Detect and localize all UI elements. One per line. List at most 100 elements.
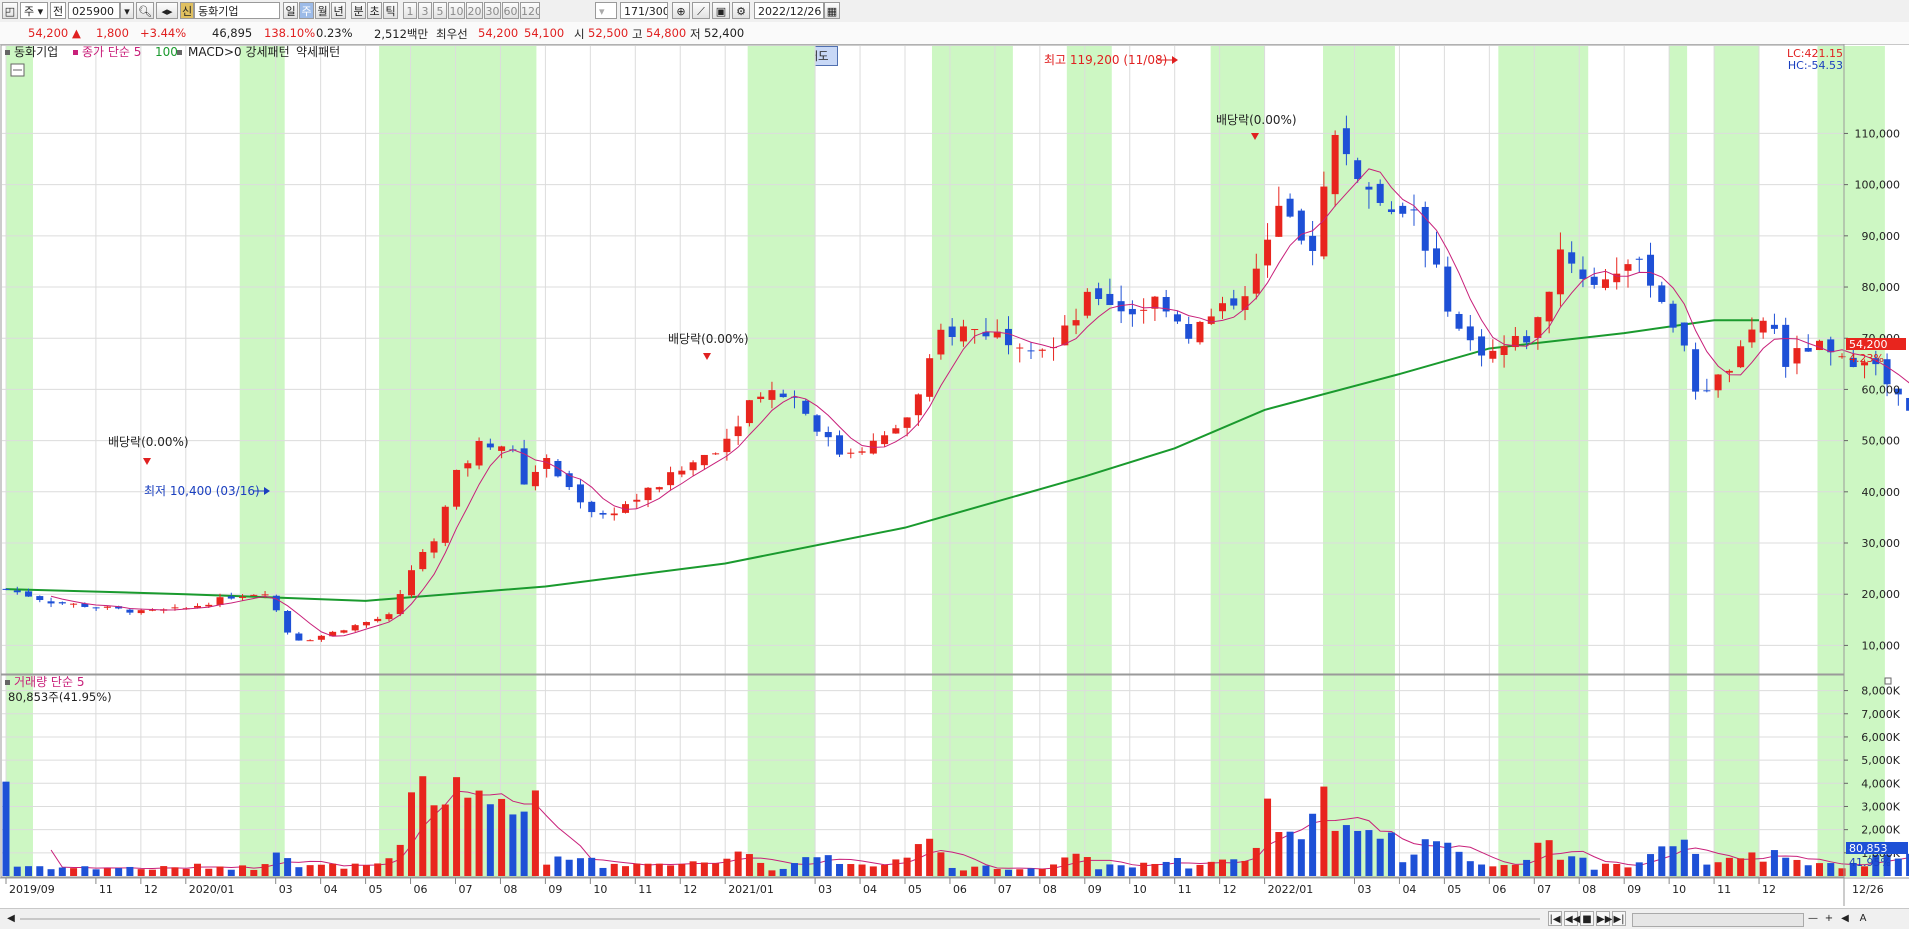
dropdown-arrow-icon[interactable]: ▾ [120,2,134,19]
scroll-left-icon[interactable]: ◀ [4,911,18,926]
candle-body [1151,297,1158,309]
pattern-band [1669,46,1687,877]
candle-body [1748,330,1755,343]
prev-bar-icon[interactable]: ◀◀ [1564,911,1578,926]
period-button-7[interactable]: 틱 [383,2,398,19]
volume-bar [599,868,606,876]
volume-bar [971,867,978,876]
candle-body [1523,336,1530,342]
last-bar-icon[interactable]: ▶| [1612,911,1626,926]
interval-button-120[interactable]: 120 [520,2,540,19]
candle-body [960,326,967,341]
chart-menu-icon[interactable]: ◰ [2,2,18,19]
candle-body [1884,359,1891,384]
volume-readout: 80,853주(41.95%) [8,690,112,704]
interval-button-1[interactable]: 1 [403,2,417,19]
volume-bar [1106,864,1113,876]
period-button-2[interactable]: 주 [299,2,314,19]
volume-bar [1647,854,1654,876]
candle-body [59,602,66,603]
candle-body [1703,390,1710,391]
x-axis-label: 07 [458,883,472,896]
interval-button-20[interactable]: 20 [466,2,483,19]
candle-body [408,570,415,595]
scroll-end-icon[interactable]: ◀ [1838,911,1852,926]
x-axis-label: 11 [1178,883,1192,896]
speaker-icon[interactable]: ◂▸ [156,2,178,19]
interval-button-3[interactable]: 3 [418,2,432,19]
trade-amount: 2,512백만 [374,26,428,42]
volume-bar [588,858,595,876]
volume-bar [1523,860,1530,876]
candle-body [1546,292,1553,322]
volume-bar [723,859,730,876]
candle-body [1309,236,1316,251]
volume-bar [3,782,10,876]
volume-bar [656,864,663,876]
stock-chart[interactable]: 동화기업 종가 단순 5 100 MACD>0 강세패턴 약세패턴 최고 119… [0,44,1909,908]
candle-body [498,446,505,451]
font-size-icon[interactable]: A [1856,911,1870,926]
interval-button-30[interactable]: 30 [484,2,501,19]
period-button-3[interactable]: 월 [315,2,330,19]
zoom-track[interactable] [1632,913,1804,927]
stock-code-input[interactable]: 025900 [68,2,120,19]
period-button-1[interactable]: 일 [283,2,298,19]
period-button-6[interactable]: 초 [367,2,382,19]
interval-button-10[interactable]: 10 [448,2,465,19]
change-arrow-icon: ▲ [72,26,81,40]
volume-bar [93,869,100,876]
period-type-select[interactable]: 주 ▾ [20,2,48,19]
next-bar-icon[interactable]: ▶▶ [1596,911,1610,926]
volume-bar [982,866,989,876]
candle-body [1715,374,1722,390]
candle-body [1365,187,1372,190]
interval-button-60[interactable]: 60 [502,2,519,19]
calendar-icon[interactable]: ▦ [824,2,840,19]
candle-body [757,397,764,399]
volume-bar [791,863,798,876]
candle-body [1579,269,1586,278]
volume-bar [645,864,652,876]
x-axis-label: 03 [1357,883,1371,896]
date-input[interactable]: 2022/12/26 [754,2,824,19]
period-button-5[interactable]: 분 [351,2,366,19]
x-axis-label: 10 [593,883,607,896]
search-icon[interactable]: 🔍︎ [136,2,154,19]
chart-scrollbar[interactable]: ◀ |◀ ◀◀ ■ ▶▶ ▶| — + ◀ A [0,908,1909,929]
gear-icon[interactable]: ⚙ [732,2,750,19]
trend-line-icon[interactable]: ⟋ [692,2,710,19]
candle-body [813,415,820,431]
candle-body [352,625,359,630]
volume-bar [1073,854,1080,876]
volume-bar [746,854,753,876]
interval-button-5[interactable]: 5 [433,2,447,19]
candle-body [768,390,775,400]
volume-bar [1219,860,1226,876]
bar-count-input[interactable]: 171/300 [620,2,668,19]
candle-body [1805,348,1812,352]
unit-select[interactable]: ▾ [595,2,617,19]
candle-body [1793,348,1800,363]
price-axis-label: 40,000 [1862,486,1901,499]
legend-marker-icon [5,680,10,685]
candle-body [1196,322,1203,342]
stock-name-field[interactable]: 동화기업 [194,2,280,19]
first-bar-icon[interactable]: |◀ [1548,911,1562,926]
zoom-out-icon[interactable]: — [1806,911,1820,926]
scroll-track[interactable] [20,918,1540,920]
volume-bar [1309,814,1316,876]
candle-body [442,507,449,543]
zoom-in-icon[interactable]: + [1822,911,1836,926]
market-select[interactable]: 전 [50,2,66,19]
volume-panel-close-icon[interactable] [1885,678,1891,684]
volume-bar [138,869,145,876]
stop-icon[interactable]: ■ [1580,911,1594,926]
period-button-4[interactable]: 년 [331,2,346,19]
candle-body [915,394,922,415]
volume-bar [126,867,133,876]
save-icon[interactable]: ▣ [712,2,730,19]
candle-body [284,611,291,633]
crosshair-icon[interactable]: ⊕ [672,2,690,19]
candle-body [1264,240,1271,266]
